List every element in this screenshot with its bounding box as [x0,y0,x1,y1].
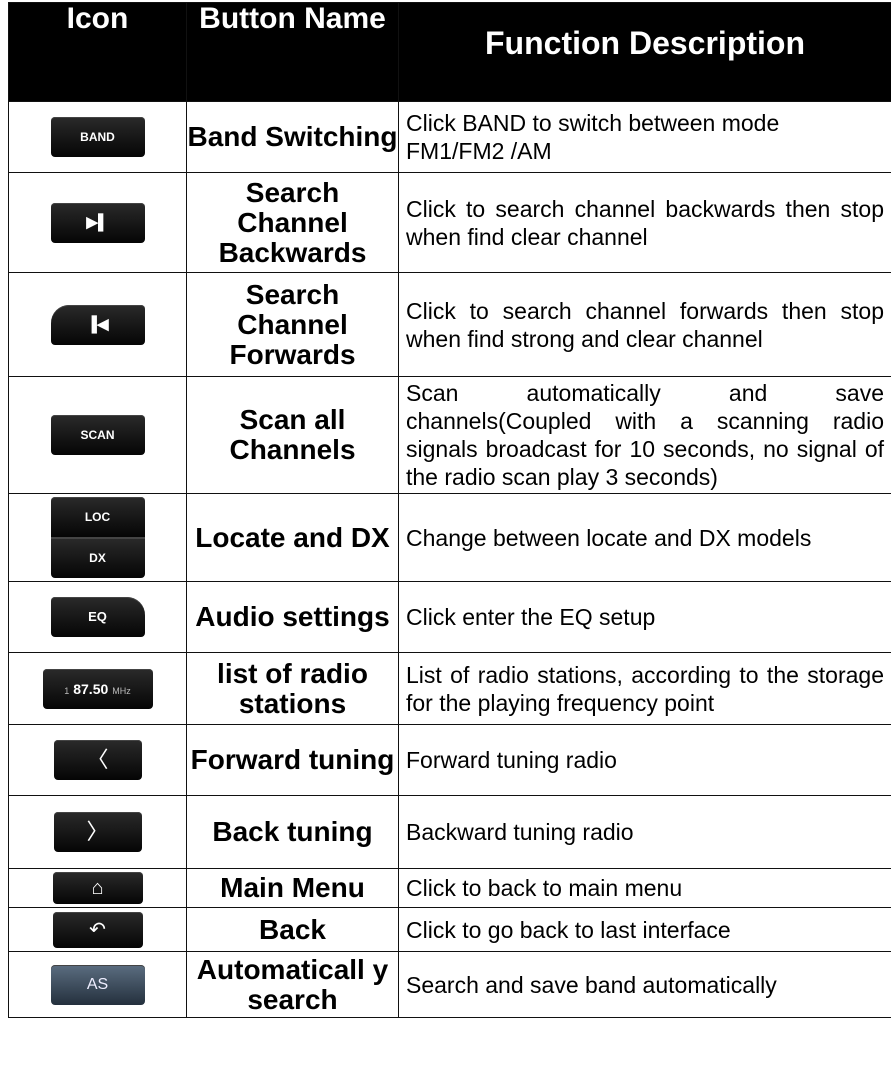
table-row: ⌂ Main Menu Click to back to main menu [8,868,891,908]
function-description: Click to back to main menu [398,868,891,908]
preset-number: 1 [64,685,70,696]
scan-button-icon[interactable]: SCAN [50,415,145,455]
button-name: Locate and DX [186,493,399,582]
home-icon[interactable]: ⌂ [52,872,143,904]
button-function-table: Icon Button Name Function Description BA… [8,2,891,1018]
frequency-value: 87.50 [73,680,109,697]
button-name: Main Menu [186,868,399,908]
button-name: Scan all Channels [186,376,399,494]
button-name: Search Channel Forwards [186,272,399,377]
function-description: Click enter the EQ setup [398,581,891,653]
header-button-name: Button Name [186,2,399,102]
auto-search-button-icon[interactable]: AS [50,964,145,1005]
button-name: list of radio stations [186,652,399,725]
table-row: 1 87.50 MHz list of radio stations List of… [8,652,891,725]
loc-dx-button-icon[interactable]: LOC DX [50,497,145,578]
function-description: Change between locate and DX models [398,493,891,582]
table-row: 〉 Back tuning Backward tuning radio [8,795,891,869]
button-name: Back [186,907,399,952]
function-description: List of radio stations, according to the… [398,652,891,725]
table-row: EQ Audio settings Click enter the EQ set… [8,581,891,653]
function-description: Click to search channel backwards then s… [398,172,891,273]
button-name: Automaticall y search [186,951,399,1018]
function-description: Click to go back to last interface [398,907,891,952]
eq-button-icon[interactable]: EQ [50,597,145,637]
frequency-unit: MHz [112,685,131,696]
function-description: Backward tuning radio [398,795,891,869]
table-row: ▶▌ Search Channel Backwards Click to sea… [8,172,891,273]
previous-track-icon[interactable]: ▐◀ [50,304,145,345]
function-description: Forward tuning radio [398,724,891,796]
function-description: Click to search channel forwards then st… [398,272,891,377]
chevron-right-icon[interactable]: 〉 [53,812,142,852]
table-row: AS Automaticall y search Search and save… [8,951,891,1018]
frequency-display-icon[interactable]: 1 87.50 MHz [42,668,153,709]
table-row: SCAN Scan all Channels Scan automaticall… [8,376,891,494]
table-row: ▐◀ Search Channel Forwards Click to sear… [8,272,891,377]
button-name: Search Channel Backwards [186,172,399,273]
function-description: Search and save band automatically [398,951,891,1018]
button-name: Audio settings [186,581,399,653]
header-function-description: Function Description [398,2,891,102]
button-name: Back tuning [186,795,399,869]
table-row: LOC DX Locate and DX Change between loca… [8,493,891,582]
button-name: Band Switching [186,101,399,173]
next-track-icon[interactable]: ▶▌ [50,202,145,243]
button-name: Forward tuning [186,724,399,796]
table-row: 〈 Forward tuning Forward tuning radio [8,724,891,796]
function-description: Scan automatically and save channels(Cou… [398,376,891,494]
loc-button[interactable]: LOC [50,497,145,537]
table-row: ↶ Back Click to go back to last interfac… [8,907,891,952]
band-button-icon[interactable]: BAND [50,117,145,157]
header-icon: Icon [8,2,187,102]
header-row: Icon Button Name Function Description [8,2,891,102]
function-description: Click BAND to switch between mode FM1/FM… [398,101,891,173]
table-row: BAND Band Switching Click BAND to switch… [8,101,891,173]
chevron-left-icon[interactable]: 〈 [53,740,142,780]
back-arrow-icon[interactable]: ↶ [52,911,143,948]
dx-button[interactable]: DX [50,537,145,578]
